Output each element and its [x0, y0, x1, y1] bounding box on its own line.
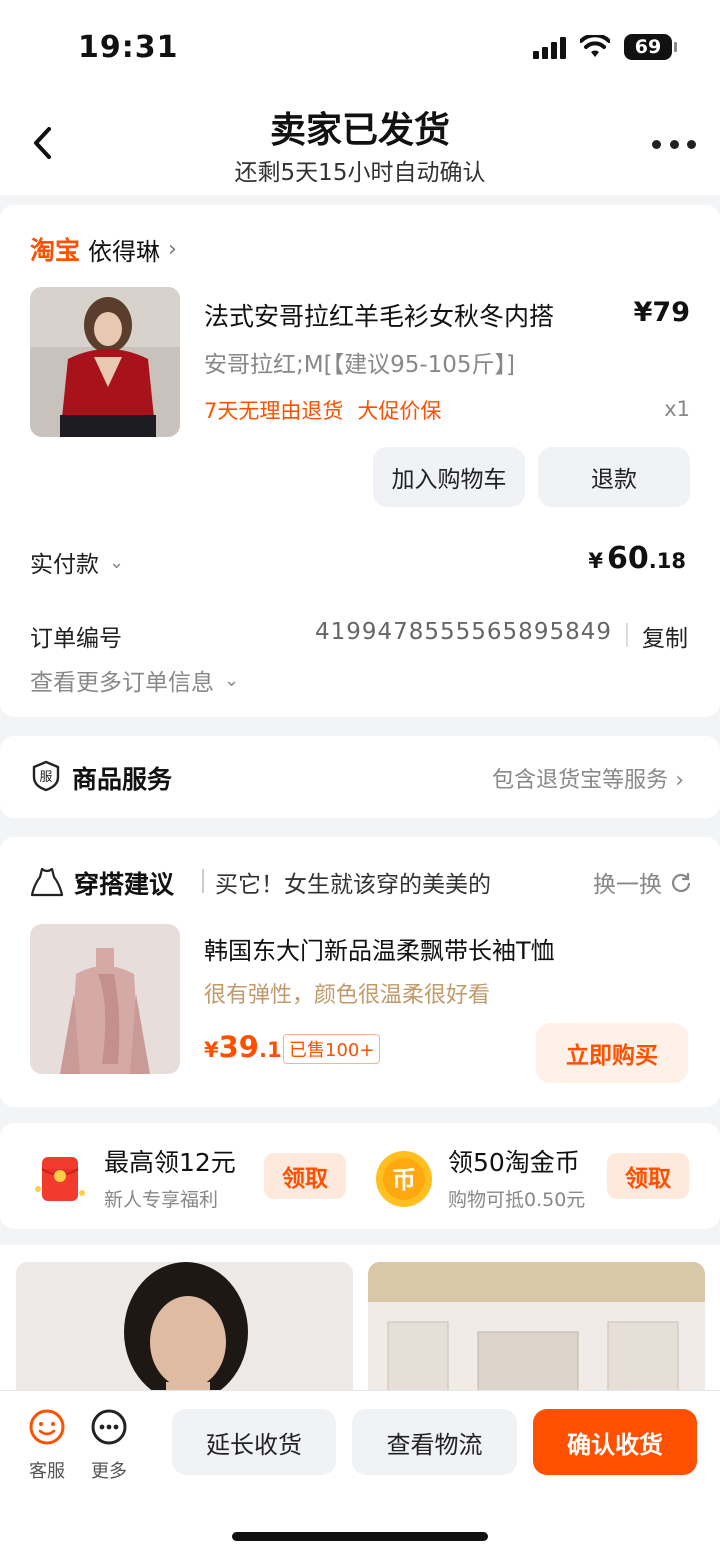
outfit-title: 穿搭建议	[74, 870, 175, 899]
tag-no-reason-return: 7天无理由退货	[204, 399, 344, 423]
refund-button[interactable]: 退款	[538, 447, 690, 507]
more-label: 更多	[91, 1461, 127, 1482]
chevron-right-icon: ›	[168, 236, 177, 262]
sold-count-badge: 已售100+	[283, 1034, 381, 1064]
paid-label: 实付款	[30, 552, 99, 578]
refresh-label: 换一换	[593, 872, 662, 898]
status-time: 19:31	[78, 30, 179, 65]
paid-amount-integer: 60	[607, 541, 649, 576]
page-subtitle: 还剩5天15小时自动确认	[234, 160, 486, 186]
product-title[interactable]: 法式安哥拉红羊毛衫女秋冬内搭	[204, 297, 554, 333]
copy-button[interactable]: 复制	[642, 619, 688, 653]
product-spec: 安哥拉红;M[【建议95-105斤】]	[204, 352, 516, 378]
more-order-info-label: 查看更多订单信息	[30, 670, 214, 696]
paid-amount-toggle[interactable]: 实付款 ⌄	[30, 545, 124, 579]
promo-sub-newuser: 新人专享福利	[104, 1189, 219, 1211]
dot-icon	[652, 139, 661, 149]
service-desc: 包含退货宝等服务 ›	[492, 762, 684, 794]
recommended-product-image[interactable]	[30, 924, 180, 1074]
status-icons: 69	[533, 34, 677, 60]
service-title: 商品服务	[72, 765, 173, 794]
wifi-icon	[580, 35, 610, 57]
chevron-down-icon: ⌄	[109, 551, 125, 573]
claim-newuser-button[interactable]: 领取	[264, 1153, 346, 1199]
promo-title-coins: 领50淘金币	[448, 1148, 580, 1177]
product-image[interactable]	[30, 287, 180, 437]
customer-service-label: 客服	[29, 1461, 65, 1482]
view-logistics-button[interactable]: 查看物流	[352, 1409, 517, 1475]
outfit-card: 穿搭建议 买它！女生就该穿的美美的 换一换 韩国东大门新品温柔飘带长袖T恤 很有…	[0, 837, 720, 1107]
tag-price-protection: 大促价保	[357, 399, 442, 423]
shield-service-icon: 服	[32, 760, 60, 792]
shop-link[interactable]: 淘宝 依得琳 ›	[30, 231, 177, 267]
chevron-down-icon: ⌄	[224, 669, 240, 691]
home-indicator	[232, 1532, 488, 1541]
battery-icon: 69	[624, 34, 677, 60]
dot-icon	[669, 139, 679, 149]
extend-receipt-button[interactable]: 延长收货	[172, 1409, 336, 1475]
customer-service-icon	[29, 1409, 65, 1445]
more-button[interactable]: 更多	[79, 1409, 139, 1483]
svg-text:币: 币	[392, 1166, 416, 1194]
more-order-info-toggle[interactable]: 查看更多订单信息 ⌄	[30, 663, 239, 697]
promo-card: 最高领12元 新人专享福利 领取 币 领50淘金币 购物可抵0.50元 领取	[0, 1123, 720, 1229]
taobao-logo: 淘宝	[30, 236, 81, 265]
service-desc-text: 包含退货宝等服务	[492, 768, 669, 793]
currency-symbol: ¥	[204, 1038, 219, 1062]
page-title: 卖家已发货	[269, 110, 450, 151]
claim-coins-button[interactable]: 领取	[607, 1153, 689, 1199]
red-envelope-icon	[35, 1157, 85, 1201]
nav-bar: 卖家已发货 还剩5天15小时自动确认	[0, 95, 720, 195]
confirm-receipt-button[interactable]: 确认收货	[533, 1409, 697, 1475]
recommended-product-price: ¥39.1	[204, 1030, 282, 1064]
svg-text:服: 服	[39, 770, 52, 785]
price-decimal: .1	[258, 1038, 282, 1062]
promo-title-newuser: 最高领12元	[104, 1148, 236, 1177]
product-price: ¥79	[633, 297, 690, 328]
promo-sub-coins: 购物可抵0.50元	[448, 1189, 586, 1211]
shop-name: 依得琳	[88, 237, 161, 266]
order-number: 4199478555565895849	[314, 619, 612, 645]
divider	[626, 623, 628, 647]
refresh-icon	[671, 872, 691, 893]
paid-amount-decimal: .18	[648, 549, 686, 573]
dot-icon	[687, 139, 696, 149]
order-number-label: 订单编号	[30, 626, 122, 652]
status-bar: 19:31 69	[0, 0, 720, 95]
currency-symbol: ¥	[588, 549, 604, 573]
divider	[202, 869, 204, 893]
product-quantity: x1	[664, 397, 690, 421]
chevron-right-icon: ›	[675, 768, 684, 793]
more-dots-icon	[91, 1409, 127, 1445]
customer-service-button[interactable]: 客服	[17, 1409, 77, 1483]
battery-level: 69	[634, 36, 662, 58]
dress-icon	[30, 867, 64, 897]
recommendation-feed	[0, 1245, 720, 1462]
paid-amount: ¥60.18	[588, 541, 686, 576]
buy-now-button[interactable]: 立即购买	[536, 1023, 688, 1083]
service-card[interactable]: 服 商品服务 包含退货宝等服务 ›	[0, 736, 720, 818]
outfit-slogan: 买它！女生就该穿的美美的	[215, 872, 491, 898]
recommended-product-desc: 很有弹性，颜色很温柔很好看	[204, 983, 491, 1008]
price-integer: 39	[218, 1030, 259, 1064]
recommended-product-title[interactable]: 韩国东大门新品温柔飘带长袖T恤	[204, 931, 555, 966]
refresh-button[interactable]: 换一换	[593, 865, 692, 899]
product-tags: 7天无理由退货 大促价保	[204, 395, 441, 425]
more-options-button[interactable]	[652, 129, 696, 159]
add-to-cart-button[interactable]: 加入购物车	[373, 447, 525, 507]
gold-coin-icon: 币	[376, 1151, 432, 1207]
order-card: 淘宝 依得琳 › 法式安哥拉红羊毛衫女秋冬内搭 ¥79 安哥拉红;M[【建议95…	[0, 205, 720, 717]
cellular-signal-icon	[533, 35, 566, 59]
